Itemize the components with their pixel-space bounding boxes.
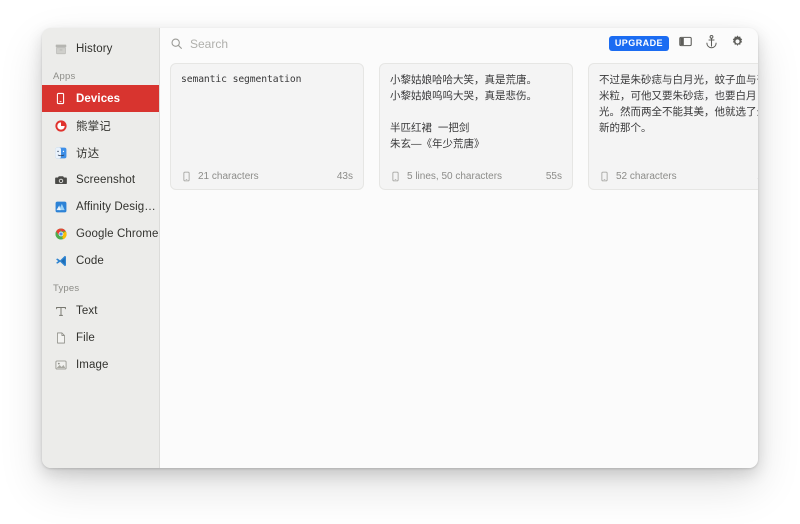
device-phone-icon: [181, 170, 192, 183]
upgrade-button[interactable]: UPGRADE: [608, 36, 669, 51]
sidebar-panel-toggle-button[interactable]: [676, 34, 695, 53]
sidebar-item-label: Affinity Desig…: [76, 200, 156, 213]
toolbar: UPGRADE: [160, 28, 758, 59]
clipboard-card-text: semantic segmentation: [181, 74, 302, 85]
sidebar-item-label: Google Chrome: [76, 227, 159, 240]
sidebar-item-history[interactable]: History: [42, 35, 159, 62]
sidebar-item-text[interactable]: Text: [42, 297, 159, 324]
sidebar-item-code[interactable]: Code: [42, 247, 159, 274]
clipboard-card[interactable]: 小黎姑娘哈哈大笑，真是荒唐。 小黎姑娘呜呜大哭，真是悲伤。 半匹红裙 一把剑 朱…: [379, 63, 573, 190]
sidebar: History Apps Devices 熊掌记 访达 Screenshot A…: [42, 28, 160, 468]
clipboard-card-footer: 21 characters 43s: [181, 166, 353, 183]
sidebar-item-label: Devices: [76, 92, 121, 105]
sidebar-item-label: Image: [76, 358, 109, 371]
image-type-icon: [53, 357, 68, 372]
sidebar-item-bear-notes[interactable]: 熊掌记: [42, 112, 159, 139]
clipboard-card-age: 55s: [545, 171, 562, 182]
file-type-icon: [53, 330, 68, 345]
clipboard-card-text: 不过是朱砂痣与白月光，蚊子血与干米粒，可他又要朱砂痣，也要白月光。然而两全不能其…: [599, 74, 758, 134]
clipboard-card-meta: 52 characters: [616, 171, 677, 182]
main-panel: UPGRADE: [160, 28, 758, 468]
sidebar-item-screenshot[interactable]: Screenshot: [42, 166, 159, 193]
gear-icon: [730, 34, 745, 54]
sidebar-item-finder[interactable]: 访达: [42, 139, 159, 166]
clipboard-card-meta: 21 characters: [198, 171, 259, 182]
sidebar-item-image[interactable]: Image: [42, 351, 159, 378]
clipboard-card-age: 43s: [336, 171, 353, 182]
sidebar-item-label: File: [76, 331, 95, 344]
finder-icon: [53, 145, 68, 160]
search-input[interactable]: [190, 36, 602, 51]
app-window: History Apps Devices 熊掌记 访达 Screenshot A…: [42, 28, 758, 468]
device-phone-icon: [599, 170, 610, 183]
clipboard-card-meta: 5 lines, 50 characters: [407, 171, 503, 182]
clipboard-card-footer: 5 lines, 50 characters 55s: [390, 166, 562, 183]
sidebar-panel-icon: [678, 34, 693, 54]
pin-button[interactable]: [702, 34, 721, 53]
settings-button[interactable]: [728, 34, 747, 53]
bear-notes-icon: [53, 118, 68, 133]
sidebar-item-label: History: [76, 42, 113, 55]
clipboard-card[interactable]: semantic segmentation 21 characters 43s: [170, 63, 364, 190]
vscode-icon: [53, 253, 68, 268]
clipboard-card-age: 1m: [757, 171, 758, 182]
sidebar-item-file[interactable]: File: [42, 324, 159, 351]
sidebar-section-apps: Apps: [53, 71, 76, 82]
clipboard-card-text: 小黎姑娘哈哈大笑，真是荒唐。 小黎姑娘呜呜大哭，真是悲伤。 半匹红裙 一把剑 朱…: [390, 74, 537, 150]
search-icon: [170, 37, 183, 50]
archive-box-icon: [53, 41, 68, 56]
device-phone-icon: [53, 91, 68, 106]
sidebar-item-google-chrome[interactable]: Google Chrome: [42, 220, 159, 247]
sidebar-item-label: 熊掌记: [76, 120, 111, 133]
sidebar-item-affinity-designer[interactable]: Affinity Desig…: [42, 193, 159, 220]
clipboard-cards-area: semantic segmentation 21 characters 43s: [160, 59, 758, 468]
camera-icon: [53, 172, 68, 187]
sidebar-item-label: Screenshot: [76, 173, 136, 186]
sidebar-item-label: 访达: [76, 147, 100, 160]
affinity-designer-icon: [53, 199, 68, 214]
anchor-icon: [704, 34, 719, 54]
clipboard-card-footer: 52 characters 1m: [599, 166, 758, 183]
chrome-icon: [53, 226, 68, 241]
sidebar-item-label: Code: [76, 254, 104, 267]
clipboard-cards-row: semantic segmentation 21 characters 43s: [170, 63, 758, 190]
sidebar-item-label: Text: [76, 304, 98, 317]
device-phone-icon: [390, 170, 401, 183]
text-type-icon: [53, 303, 68, 318]
sidebar-item-devices[interactable]: Devices: [42, 85, 159, 112]
search-box[interactable]: [170, 33, 602, 55]
clipboard-card[interactable]: 不过是朱砂痣与白月光，蚊子血与干米粒，可他又要朱砂痣，也要白月光。然而两全不能其…: [588, 63, 758, 190]
sidebar-section-types: Types: [53, 283, 80, 294]
